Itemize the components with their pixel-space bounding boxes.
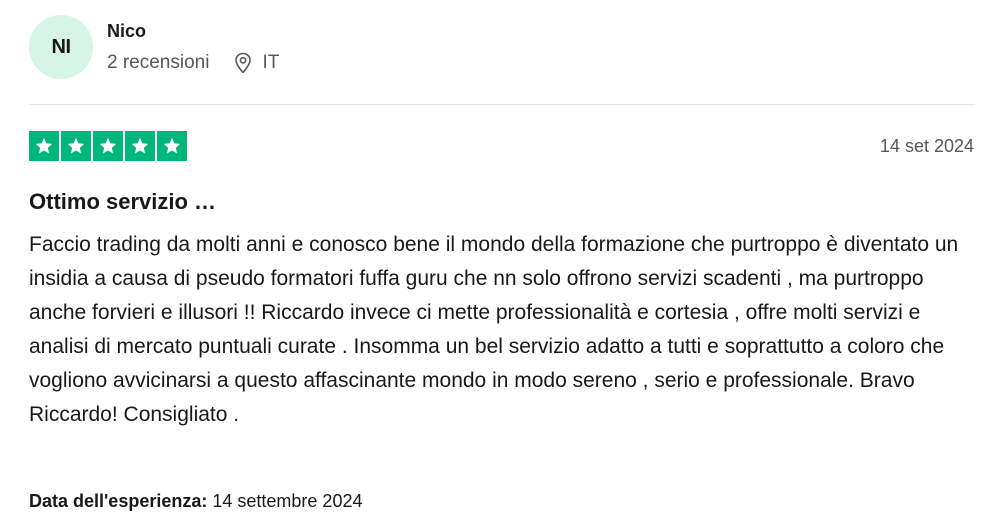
star-icon (93, 131, 123, 161)
experience-date: Data dell'esperienza: 14 settembre 2024 (29, 489, 362, 513)
location-pin-icon (233, 52, 253, 74)
review-title[interactable]: Ottimo servizio … (29, 188, 216, 216)
review-card: NI Nico 2 recensioni IT 14 set 2024 Otti… (0, 0, 1006, 528)
star-icon (61, 131, 91, 161)
avatar[interactable]: NI (29, 15, 93, 79)
experience-date-label: Data dell'esperienza: (29, 491, 208, 511)
review-body: Faccio trading da molti anni e conosco b… (29, 233, 959, 426)
star-icon (125, 131, 155, 161)
divider (29, 104, 975, 105)
star-icon (29, 131, 59, 161)
avatar-initials: NI (51, 35, 72, 58)
star-icon (157, 131, 187, 161)
experience-date-value: 14 settembre 2024 (212, 491, 363, 511)
reviewer-country: IT (262, 52, 280, 73)
reviewer-name[interactable]: Nico (107, 20, 146, 42)
star-rating (29, 131, 187, 161)
review-count: 2 recensioni (107, 52, 210, 73)
reviewer-meta: 2 recensioni IT (107, 52, 279, 74)
review-date: 14 set 2024 (879, 136, 974, 156)
